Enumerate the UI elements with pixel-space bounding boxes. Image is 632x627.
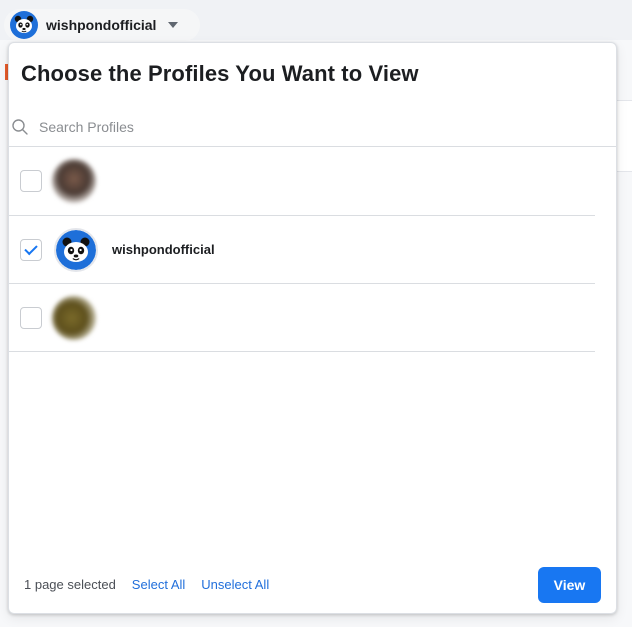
panda-icon — [10, 11, 38, 39]
account-switcher[interactable]: wishpondofficial — [4, 9, 201, 41]
profile-avatar — [52, 295, 96, 340]
panda-icon — [54, 227, 98, 272]
search-icon — [12, 119, 28, 135]
select-all-link[interactable]: Select All — [132, 577, 185, 592]
view-button[interactable]: View — [538, 567, 601, 603]
selected-count: 1 page selected — [24, 576, 116, 592]
profile-chooser-popup: Choose the Profiles You Want to View Sea… — [8, 42, 617, 614]
profile-row[interactable] — [9, 284, 595, 352]
profile-row[interactable]: wishpondofficial — [9, 216, 595, 284]
profile-checkbox[interactable] — [20, 306, 42, 329]
popup-title: Choose the Profiles You Want to View — [21, 61, 419, 86]
search-input[interactable] — [37, 118, 561, 136]
popup-footer: 1 page selected Select All Unselect All … — [9, 564, 616, 604]
unselect-all-link[interactable]: Unselect All — [201, 577, 269, 592]
profile-checkbox[interactable] — [20, 238, 42, 261]
account-name: wishpondofficial — [46, 17, 157, 33]
search-bar — [9, 108, 616, 147]
profile-list: wishpondofficial — [9, 147, 595, 352]
checkmark-icon — [24, 241, 38, 255]
profile-name: wishpondofficial — [112, 242, 215, 257]
profile-checkbox[interactable] — [20, 170, 42, 192]
profile-avatar — [52, 159, 96, 203]
caret-down-icon — [168, 22, 179, 28]
profile-row[interactable] — [9, 147, 595, 216]
